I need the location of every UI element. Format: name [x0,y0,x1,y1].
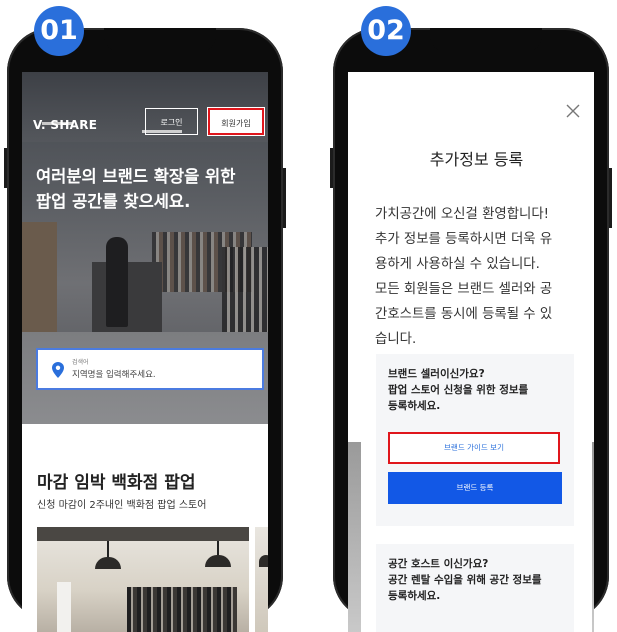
pendant-lamp [95,557,121,569]
brand-seller-card: 브랜드 셀러이신가요? 팝업 스토어 신청을 위한 정보를 등록하세요. 브랜드… [376,354,574,526]
pendant-lamp [205,555,231,567]
search-label: 검색어 [72,359,89,366]
brand-register-button[interactable]: 브랜드 등록 [388,472,562,504]
description-line: 추가 정보를 등록하시면 더욱 유 [375,232,553,247]
app-logo[interactable]: V. SHARE [33,118,97,132]
brand-guide-button[interactable]: 브랜드 가이드 보기 [388,432,560,464]
card-line: 등록하세요. [388,400,441,412]
card-line: 팝업 스토어 신청을 위한 정보를 [388,384,529,396]
hero-title-line: 팝업 공간를 찾으세요. [36,192,191,211]
step-badge-02: 02 [361,6,411,56]
hero-title-line: 여러분의 브랜드 확장을 위한 [36,167,236,186]
popup-store-thumbnail[interactable] [255,527,268,632]
section-subtitle: 신청 마감이 2주내인 백화점 팝업 스토어 [37,500,207,511]
close-icon[interactable] [566,104,580,118]
card-line: 등록하세요. [388,590,441,602]
card-line: 공간 렌탈 수입을 위해 공간 정보를 [388,574,542,586]
phone-mockup-1: V. SHARE 로그인 회원가입 여러분의 브랜드 확장을 위한 팝업 공간를… [4,28,286,632]
space-host-card: 공간 호스트 이신가요? 공간 렌탈 수입을 위해 공간 정보를 등록하세요. [376,544,574,632]
additional-info-modal: 추가정보 등록 가치공간에 오신걸 환영합니다! 추가 정보를 등록하시면 더욱… [361,94,592,632]
step-badge-01: 01 [34,6,84,56]
brand-seller-text: 브랜드 셀러이신가요? 팝업 스토어 신청을 위한 정보를 등록하세요. [388,366,568,414]
phone-side-button [283,168,286,228]
search-input[interactable]: 지역명을 입력해주세요. [72,368,156,380]
description-line: 모든 회원들은 브랜드 셀러와 공 [375,282,553,297]
phone-side-button [330,148,333,188]
phone-mockup-2: 추가정보 등록 가치공간에 오신걸 환영합니다! 추가 정보를 등록하시면 더욱… [330,28,612,632]
phone-screen-1: V. SHARE 로그인 회원가입 여러분의 브랜드 확장을 위한 팝업 공간를… [22,72,268,632]
hero-title: 여러분의 브랜드 확장을 위한 팝업 공간를 찾으세요. [36,164,266,214]
mannequin [57,582,71,632]
space-host-text: 공간 호스트 이신가요? 공간 렌탈 수입을 위해 공간 정보를 등록하세요. [388,556,568,604]
description-line: 가치공간에 오신걸 환영합니다! [375,207,550,222]
section-title: 마감 임박 백화점 팝업 [37,473,196,493]
thumbnail-ceiling [37,527,249,541]
modal-description: 가치공간에 오신걸 환영합니다! 추가 정보를 등록하시면 더욱 유 용하게 사… [375,202,585,352]
phone-notch [430,28,542,52]
phone-side-button [609,168,612,228]
card-line: 공간 호스트 이신가요? [388,558,489,570]
phone-screen-2: 추가정보 등록 가치공간에 오신걸 환영합니다! 추가 정보를 등록하시면 더욱… [348,72,594,632]
signup-button[interactable]: 회원가입 [207,107,265,136]
pendant-lamp [259,555,268,567]
shopper-figure [106,237,128,327]
description-line: 용하게 사용하실 수 있습니다. [375,257,540,272]
login-button[interactable]: 로그인 [145,108,198,135]
modal-title: 추가정보 등록 [429,150,524,169]
map-pin-icon [52,362,64,378]
phone-notch [104,28,216,52]
card-line: 브랜드 셀러이신가요? [388,368,485,380]
popup-store-thumbnail[interactable] [37,527,249,632]
phone-side-button [4,148,7,188]
hero-banner: V. SHARE 로그인 회원가입 여러분의 브랜드 확장을 위한 팝업 공간를… [22,72,268,424]
search-box[interactable]: 검색어 지역명을 입력해주세요. [36,348,264,390]
description-line: 간호스트를 동시에 등록될 수 있 [375,307,553,322]
description-line: 습니다. [375,332,417,347]
